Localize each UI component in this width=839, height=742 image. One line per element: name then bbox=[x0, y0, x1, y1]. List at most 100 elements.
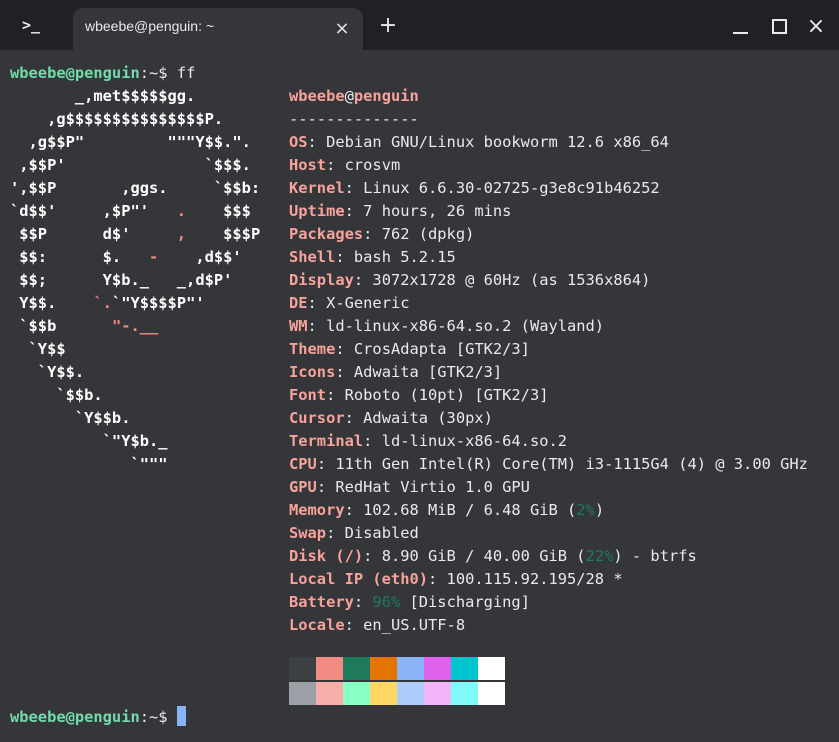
info-row: Theme: CrosAdapta [GTK2/3] bbox=[289, 338, 530, 361]
info-key: Terminal bbox=[289, 432, 364, 450]
logo-line: `$$b. bbox=[10, 386, 103, 404]
header-separator: -------------- bbox=[289, 110, 419, 128]
info-key: Icons bbox=[289, 363, 336, 381]
title-bar: >_ wbeebe@penguin: ~ × + × bbox=[0, 0, 839, 50]
logo-line: Y$$. `.`"Y$$$$P"' bbox=[10, 294, 205, 312]
info-colon: : bbox=[335, 248, 354, 266]
logo-line: `$$b "-.__ bbox=[10, 317, 159, 335]
logo-line: ,$$P' `$$$. bbox=[10, 156, 251, 174]
terminal-app-icon[interactable]: >_ bbox=[16, 13, 46, 37]
palette-swatch bbox=[343, 657, 370, 680]
info-value: ld-linux-x86-64.so.2 bbox=[381, 432, 568, 450]
info-row: Terminal: ld-linux-x86-64.so.2 bbox=[289, 430, 567, 453]
info-row: Uptime: 7 hours, 26 mins bbox=[289, 200, 511, 223]
info-key: Theme bbox=[289, 340, 336, 358]
tab-terminal[interactable]: wbeebe@penguin: ~ × bbox=[73, 8, 363, 50]
info-colon: : bbox=[344, 409, 364, 427]
info-key: Packages bbox=[289, 225, 364, 243]
palette-swatch bbox=[316, 682, 343, 705]
info-value: 11th Gen Intel(R) Core(TM) i3-1115G4 (4)… bbox=[335, 455, 808, 473]
info-colon: : bbox=[335, 363, 354, 381]
info-value: Disabled bbox=[344, 524, 419, 542]
palette-swatch bbox=[397, 682, 424, 705]
info-colon: : bbox=[335, 340, 354, 358]
palette-swatch bbox=[451, 682, 478, 705]
info-colon: : bbox=[428, 570, 447, 588]
text-cursor bbox=[176, 706, 186, 726]
logo-line: ',$$P ,ggs. `$$b: bbox=[10, 179, 261, 197]
palette-swatch bbox=[424, 657, 451, 680]
info-row: Disk (/): 8.90 GiB / 40.00 GiB (22%) - b… bbox=[289, 545, 697, 568]
info-value: Roboto (10pt) [GTK2/3] bbox=[344, 386, 549, 404]
info-colon: : bbox=[353, 593, 373, 611]
info-row: GPU: RedHat Virtio 1.0 GPU bbox=[289, 476, 530, 499]
info-colon: : bbox=[344, 179, 364, 197]
info-key: GPU bbox=[289, 478, 317, 496]
terminal-output[interactable]: wbeebe@penguin:~$ ff _,met$$$$$gg. ,g$$$… bbox=[0, 50, 839, 742]
logo-line: `"Y$b._ bbox=[10, 432, 168, 450]
prompt-user-host: wbeebe@penguin bbox=[10, 64, 140, 82]
logo-line: $$; Y$b._ _,d$P' bbox=[10, 271, 233, 289]
final-prompt-separator: :~$ bbox=[139, 708, 177, 726]
info-value: 8.90 GiB / 40.00 GiB ( bbox=[381, 547, 586, 565]
info-row: WM: ld-linux-x86-64.so.2 (Wayland) bbox=[289, 315, 604, 338]
info-colon: : bbox=[326, 386, 345, 404]
info-row: Locale: en_US.UTF-8 bbox=[289, 614, 465, 637]
info-row: Cursor: Adwaita (30px) bbox=[289, 407, 493, 430]
info-row: CPU: 11th Gen Intel(R) Core(TM) i3-1115G… bbox=[289, 453, 808, 476]
info-colon: : bbox=[307, 133, 327, 151]
logo-line: $$P d$' , $$$P bbox=[10, 225, 261, 243]
info-key: Memory bbox=[289, 501, 345, 519]
logo-line: `""" bbox=[10, 455, 168, 473]
palette-swatch bbox=[289, 682, 316, 705]
info-key: DE bbox=[289, 294, 308, 312]
palette-swatch bbox=[370, 682, 397, 705]
info-value: RedHat Virtio 1.0 GPU bbox=[335, 478, 530, 496]
info-colon: : bbox=[353, 271, 373, 289]
minimize-icon[interactable] bbox=[727, 13, 753, 39]
info-value: 3072x1728 @ 60Hz (as 1536x864) bbox=[372, 271, 651, 289]
info-key: Kernel bbox=[289, 179, 345, 197]
new-tab-icon[interactable]: + bbox=[376, 13, 400, 38]
info-row: Memory: 102.68 MiB / 6.48 GiB (2%) bbox=[289, 499, 604, 522]
info-value: 102.68 MiB / 6.48 GiB ( bbox=[363, 501, 577, 519]
info-value: 7 hours, 26 mins bbox=[363, 202, 512, 220]
info-key: Local IP (eth0) bbox=[289, 570, 428, 588]
info-key: CPU bbox=[289, 455, 317, 473]
info-key: Disk (/) bbox=[289, 547, 364, 565]
logo-line: _,met$$$$$gg. bbox=[10, 87, 196, 105]
info-key: Display bbox=[289, 271, 354, 289]
info-key: Battery bbox=[289, 593, 354, 611]
final-prompt-user-host: wbeebe@penguin bbox=[10, 708, 140, 726]
tab-title: wbeebe@penguin: ~ bbox=[85, 18, 215, 34]
info-colon: : bbox=[316, 455, 336, 473]
info-colon: : bbox=[307, 317, 327, 335]
info-key: Locale bbox=[289, 616, 345, 634]
info-colon: : bbox=[307, 294, 327, 312]
info-row: Display: 3072x1728 @ 60Hz (as 1536x864) bbox=[289, 269, 650, 292]
info-row: Packages: 762 (dpkg) bbox=[289, 223, 474, 246]
info-value: ld-linux-x86-64.so.2 (Wayland) bbox=[326, 317, 605, 335]
fetch-header: wbeebe@penguin bbox=[289, 85, 419, 108]
info-colon: : bbox=[344, 616, 364, 634]
info-key: Swap bbox=[289, 524, 327, 542]
header-user: wbeebe bbox=[289, 87, 345, 105]
close-window-icon[interactable]: × bbox=[803, 13, 829, 39]
info-value: 100.115.92.195/28 * bbox=[446, 570, 623, 588]
info-value: 762 (dpkg) bbox=[381, 225, 475, 243]
info-colon: : bbox=[326, 156, 345, 174]
info-tail: ) - btrfs bbox=[613, 547, 697, 565]
palette-swatch bbox=[289, 657, 316, 680]
info-key: Shell bbox=[289, 248, 336, 266]
maximize-icon[interactable] bbox=[766, 13, 792, 39]
info-value: Adwaita (30px) bbox=[363, 409, 493, 427]
logo-line: `Y$$. bbox=[10, 363, 85, 381]
info-row: Host: crosvm bbox=[289, 154, 400, 177]
final-prompt-line: wbeebe@penguin:~$ bbox=[10, 706, 186, 729]
logo-line: `Y$$b. bbox=[10, 409, 131, 427]
info-colon: : bbox=[363, 225, 382, 243]
info-value: Linux 6.6.30-02725-g3e8c91b46252 bbox=[363, 179, 660, 197]
info-tail: [Discharging] bbox=[400, 593, 530, 611]
tab-close-icon[interactable]: × bbox=[331, 17, 353, 39]
info-row: DE: X-Generic bbox=[289, 292, 410, 315]
